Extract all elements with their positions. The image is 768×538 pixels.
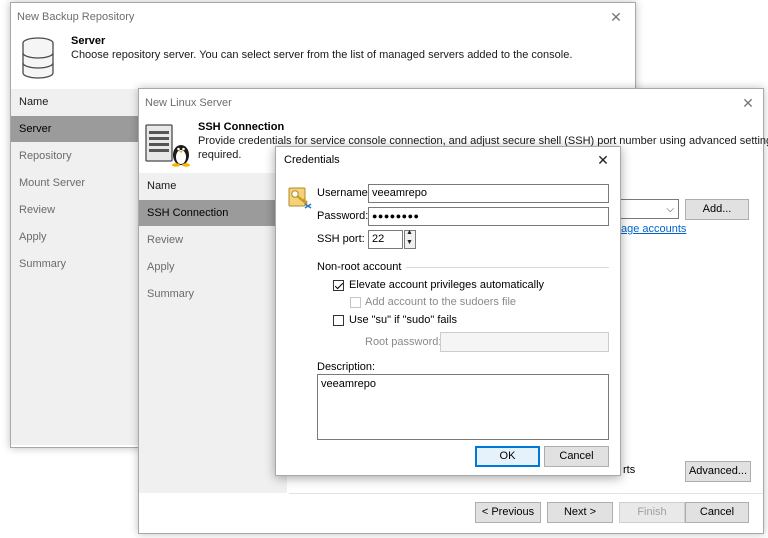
password-label: Password: (317, 210, 369, 222)
header-title: SSH Connection (198, 121, 285, 133)
cancel-button[interactable]: Cancel (544, 446, 609, 467)
next-button[interactable]: Next > (547, 502, 613, 523)
step-repository[interactable]: Repository (11, 143, 138, 169)
step-server[interactable]: Server (11, 116, 138, 142)
password-input[interactable]: ●●●●●●●● (368, 207, 609, 226)
wizard-steps: Name Server Repository Mount Server Revi… (11, 89, 138, 445)
wizard-steps: Name SSH Connection Review Apply Summary (139, 173, 287, 493)
dialog-title: Credentials (284, 154, 340, 166)
use-su-label[interactable]: Use "su" if "sudo" fails (349, 314, 457, 326)
step-review[interactable]: Review (139, 227, 287, 253)
header-subtitle: Choose repository server. You can select… (71, 49, 573, 61)
header-subtitle-line-2: required. (198, 149, 242, 161)
window-title: New Backup Repository (17, 11, 135, 23)
step-name[interactable]: Name (11, 89, 138, 115)
step-ssh-connection[interactable]: SSH Connection (139, 200, 287, 226)
ssh-port-input[interactable]: 22 (368, 230, 403, 249)
ssh-port-stepper[interactable]: ▲ ▼ (404, 229, 416, 249)
previous-button[interactable]: < Previous (475, 502, 541, 523)
chevron-down-icon[interactable]: ▼ (406, 239, 413, 246)
step-mount-server[interactable]: Mount Server (11, 170, 138, 196)
sudoers-label[interactable]: Add account to the sudoers file (365, 296, 516, 308)
advanced-button[interactable]: Advanced... (685, 461, 751, 482)
root-password-input[interactable] (440, 332, 609, 352)
root-password-label: Root password: (365, 336, 442, 348)
description-textarea[interactable]: veeamrepo (317, 374, 609, 440)
ssh-port-label: SSH port: (317, 233, 365, 245)
nonroot-group-divider (406, 267, 609, 268)
finish-button[interactable]: Finish (619, 502, 685, 523)
wizard-header: Server Choose repository server. You can… (11, 31, 635, 83)
description-label: Description: (317, 361, 376, 373)
database-icon (22, 37, 54, 79)
close-icon[interactable]: ✕ (605, 7, 627, 27)
manage-accounts-link[interactable]: age accounts (621, 223, 686, 235)
credentials-dialog: Credentials ✕ Username: veeamrepo Passwo… (275, 146, 621, 476)
step-name[interactable]: Name (139, 173, 287, 199)
cancel-button[interactable]: Cancel (685, 502, 749, 523)
username-input[interactable]: veeamrepo (368, 184, 609, 203)
sudoers-checkbox[interactable] (350, 297, 361, 308)
elevate-checkbox[interactable] (333, 280, 344, 291)
key-user-icon (288, 187, 312, 209)
ok-button[interactable]: OK (475, 446, 540, 467)
username-label: Username: (317, 187, 371, 199)
linux-server-icon (145, 124, 190, 167)
add-button[interactable]: Add... (685, 199, 749, 220)
footer-divider (289, 493, 763, 494)
chevron-down-icon: ⌵ (666, 204, 674, 215)
elevate-label[interactable]: Elevate account privileges automatically (349, 279, 544, 291)
step-apply[interactable]: Apply (139, 254, 287, 280)
window-title: New Linux Server (145, 97, 232, 109)
use-su-checkbox[interactable] (333, 315, 344, 326)
close-icon[interactable]: ✕ (737, 93, 759, 113)
close-icon[interactable]: ✕ (592, 150, 614, 170)
header-title: Server (71, 35, 106, 47)
step-summary[interactable]: Summary (139, 281, 287, 307)
step-apply[interactable]: Apply (11, 224, 138, 250)
step-summary[interactable]: Summary (11, 251, 138, 277)
nonroot-group-label: Non-root account (317, 261, 402, 273)
step-review[interactable]: Review (11, 197, 138, 223)
ports-text: rts (623, 464, 636, 476)
chevron-up-icon[interactable]: ▲ (406, 229, 413, 236)
